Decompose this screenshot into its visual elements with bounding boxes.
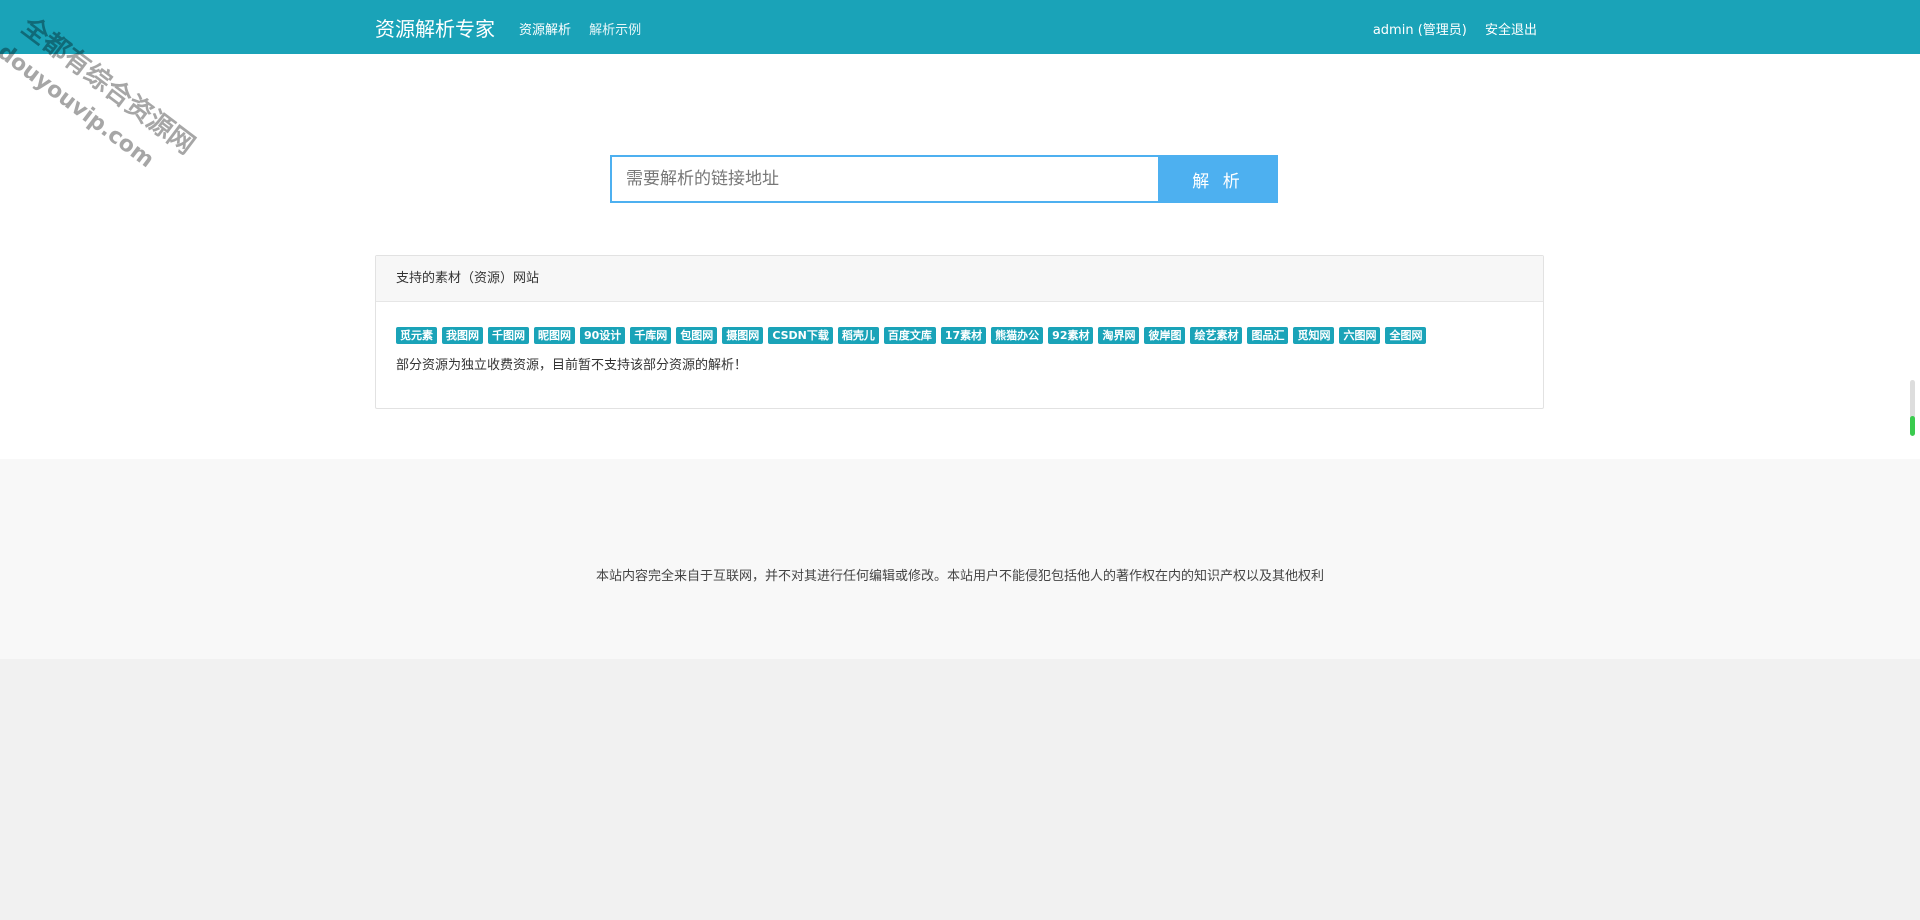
unsupported-notice: 部分资源为独立收费资源，目前暂不支持该部分资源的解析！ — [396, 358, 748, 373]
logout-link[interactable]: 安全退出 — [1485, 23, 1537, 38]
site-tag[interactable]: 90设计 — [580, 327, 626, 344]
user-area: admin (管理员) 安全退出 — [1359, 19, 1537, 38]
site-tag[interactable]: 92素材 — [1048, 327, 1094, 344]
site-tag[interactable]: 17素材 — [940, 327, 987, 344]
site-tag[interactable]: 千图网 — [488, 327, 529, 344]
page-scrollbar[interactable] — [1910, 380, 1915, 436]
site-tag[interactable]: 百度文库 — [883, 327, 936, 344]
site-tag[interactable]: 摄图网 — [722, 327, 764, 344]
site-brand[interactable]: 资源解析专家 — [375, 13, 495, 42]
site-tag[interactable]: 包图网 — [676, 327, 718, 344]
site-tag[interactable]: 彼岸图 — [1144, 327, 1186, 344]
link-url-input[interactable] — [610, 155, 1158, 203]
site-tag[interactable]: 图品汇 — [1247, 327, 1289, 344]
site-tag[interactable]: 熊猫办公 — [991, 327, 1044, 344]
site-tag[interactable]: 觅知网 — [1293, 327, 1335, 344]
scrollbar-thumb[interactable] — [1910, 416, 1915, 436]
parse-search-bar: 解 析 — [610, 155, 1278, 203]
site-tag[interactable]: CSDN下载 — [768, 327, 833, 344]
site-tag[interactable]: 全图网 — [1385, 327, 1427, 344]
site-tag[interactable]: 淘界网 — [1098, 327, 1140, 344]
supported-sites-panel: 支持的素材（资源）网站 觅元素 我图网 千图网 昵图网 90设计 千库网 包图网 摄图网 CSD… — [375, 255, 1544, 409]
parse-button[interactable]: 解 析 — [1158, 155, 1278, 203]
site-tag[interactable]: 我图网 — [442, 327, 483, 344]
site-tag[interactable]: 绘艺素材 — [1190, 327, 1243, 344]
site-tag[interactable]: 千库网 — [630, 327, 672, 344]
site-tag-list: 觅元素 我图网 千图网 昵图网 90设计 千库网 包图网 摄图网 CSDN下载 稻壳儿 百度文库 17… — [396, 324, 1526, 344]
nav-item-parse-examples[interactable]: 解析示例 — [589, 23, 641, 38]
main-nav: 资源解析 解析示例 — [519, 19, 655, 38]
nav-item-resource-parse[interactable]: 资源解析 — [519, 23, 571, 38]
top-navbar: 资源解析专家 资源解析 解析示例 admin (管理员) 安全退出 — [0, 0, 1920, 54]
footer-disclaimer: 本站内容完全来自于互联网，并不对其进行任何编辑或修改。本站用户不能侵犯包括他人的… — [595, 569, 1324, 584]
site-tag[interactable]: 觅元素 — [396, 327, 437, 344]
panel-title: 支持的素材（资源）网站 — [376, 256, 1543, 302]
main-content: 解 析 支持的素材（资源）网站 觅元素我图网千图网昵图网 90设计千库网包图网摄图… — [0, 54, 1920, 459]
site-tag[interactable]: 昵图网 — [534, 327, 575, 344]
page-footer: 本站内容完全来自于互联网，并不对其进行任何编辑或修改。本站用户不能侵犯包括他人的… — [0, 459, 1920, 659]
user-account-link[interactable]: admin (管理员) — [1373, 23, 1467, 38]
site-tag[interactable]: 六图网 — [1339, 327, 1381, 344]
site-tag[interactable]: 稻壳儿 — [837, 327, 879, 344]
